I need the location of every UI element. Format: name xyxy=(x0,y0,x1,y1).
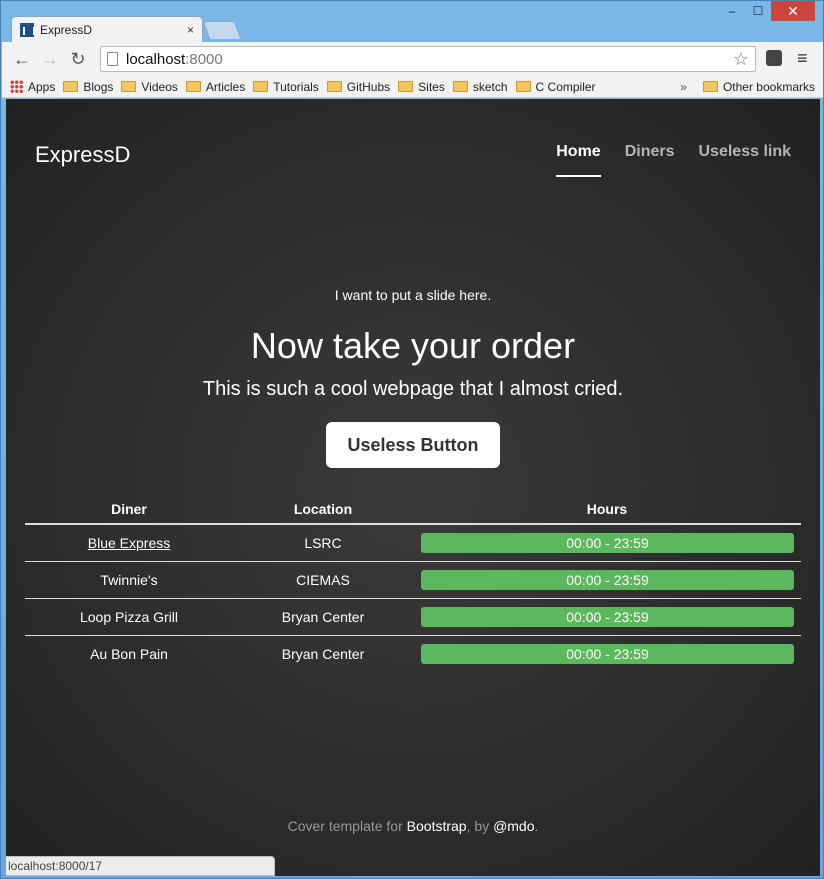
bookmark-folder[interactable]: Sites xyxy=(398,77,445,97)
table-row: Blue Express LSRC 00:00 - 23:59 xyxy=(25,524,801,562)
hours-cell: 00:00 - 23:59 xyxy=(413,561,801,599)
header-location: Location xyxy=(233,494,413,525)
bookmark-label: Sites xyxy=(418,79,445,94)
hours-cell: 00:00 - 23:59 xyxy=(413,635,801,672)
diner-link[interactable]: Blue Express xyxy=(88,535,170,551)
folder-icon xyxy=(452,81,468,92)
footer-text: . xyxy=(534,818,539,834)
folder-icon xyxy=(121,81,137,92)
bookmark-folder[interactable]: GitHubs xyxy=(326,77,391,97)
footer-mdo-link[interactable]: @mdo xyxy=(493,818,534,834)
diner-cell: Loop Pizza Grill xyxy=(25,598,233,636)
location-cell: Bryan Center xyxy=(281,645,365,662)
footer-text: Cover template for xyxy=(287,818,407,834)
bookmark-folder[interactable]: C Compiler xyxy=(515,77,596,97)
page-content: ExpressD Home Diners Useless link I want… xyxy=(6,99,820,876)
diner-cell: Twinnie's xyxy=(25,561,233,599)
address-bar[interactable]: localhost :8000 ☆ xyxy=(100,46,756,72)
more-bookmarks-chevron-icon[interactable]: » xyxy=(680,80,687,94)
folder-icon xyxy=(63,81,79,92)
footer-bootstrap-link[interactable]: Bootstrap xyxy=(407,818,467,834)
folder-icon xyxy=(702,81,718,92)
site-brand[interactable]: ExpressD xyxy=(35,142,130,168)
folder-icon xyxy=(515,81,531,92)
maximize-button[interactable]: ☐ xyxy=(745,1,771,21)
lead-text: This is such a cool webpage that I almos… xyxy=(202,378,624,400)
url-port: :8000 xyxy=(185,50,223,68)
bookmark-label: C Compiler xyxy=(535,79,596,94)
bookmark-label: Other bookmarks xyxy=(722,79,815,94)
nav-diners[interactable]: Diners xyxy=(625,143,675,177)
site-nav: Home Diners Useless link xyxy=(556,143,791,177)
bookmark-label: Apps xyxy=(28,79,56,94)
browser-toolbar: ← → ↻ localhost :8000 ☆ ≡ xyxy=(2,42,823,76)
new-tab-button[interactable] xyxy=(202,21,242,39)
table-row: Twinnie's CIEMAS 00:00 - 23:59 xyxy=(25,561,801,599)
folder-icon xyxy=(398,81,414,92)
table-row: Au Bon Pain Bryan Center 00:00 - 23:59 xyxy=(25,635,801,672)
bookmark-label: Articles xyxy=(205,79,246,94)
bookmark-folder[interactable]: Articles xyxy=(185,77,246,97)
bookmark-folder[interactable]: Videos xyxy=(121,77,178,97)
minimize-button[interactable]: – xyxy=(719,1,745,21)
hours-cell: 00:00 - 23:59 xyxy=(413,598,801,636)
useless-button[interactable]: Useless Button xyxy=(326,422,500,468)
location-cell: CIEMAS xyxy=(233,561,413,599)
diners-table: Diner Location Hours Blue Express LSRC 0… xyxy=(25,494,801,672)
tab-title: ExpressD xyxy=(40,22,93,37)
hours-cell: 00:00 - 23:59 xyxy=(413,524,801,562)
page-title: Now take your order xyxy=(250,325,576,366)
tab-close-icon[interactable]: × xyxy=(187,23,194,37)
nav-home[interactable]: Home xyxy=(556,143,601,177)
folder-icon xyxy=(185,81,201,92)
hours-bar: 00:00 - 23:59 xyxy=(421,643,794,664)
page-icon xyxy=(107,52,118,66)
window-controls: – ☐ ✕ xyxy=(719,1,815,23)
hours-bar: 00:00 - 23:59 xyxy=(421,606,794,627)
apps-grid-icon xyxy=(10,80,23,93)
back-button[interactable]: ← xyxy=(8,45,36,73)
bookmarks-bar: Apps Blogs Videos Articles Tutorials Git… xyxy=(2,76,823,98)
nav-useless-link[interactable]: Useless link xyxy=(699,143,792,177)
bookmark-apps[interactable]: Apps xyxy=(10,77,55,97)
bookmark-label: Blogs xyxy=(83,79,114,94)
forward-button[interactable]: → xyxy=(36,45,64,73)
location-cell: Bryan Center xyxy=(233,598,413,636)
close-window-button[interactable]: ✕ xyxy=(771,1,815,21)
menu-icon[interactable]: ≡ xyxy=(797,48,808,69)
hours-bar: 00:00 - 23:59 xyxy=(421,569,794,590)
bookmark-folder[interactable]: sketch xyxy=(452,77,508,97)
footer-text: , by xyxy=(466,818,494,834)
bookmark-label: Tutorials xyxy=(273,79,319,94)
bookmark-label: Videos xyxy=(141,79,178,94)
reload-button[interactable]: ↻ xyxy=(64,45,92,73)
table-header-row: Diner Location Hours xyxy=(25,494,801,525)
browser-tab[interactable]: ExpressD × xyxy=(11,16,203,42)
location-cell: LSRC xyxy=(233,524,413,562)
folder-icon xyxy=(253,81,269,92)
hours-bar: 00:00 - 23:59 xyxy=(421,532,794,553)
bookmark-label: GitHubs xyxy=(346,79,391,94)
diner-cell: Au Bon Pain xyxy=(90,645,168,662)
bookmark-label: sketch xyxy=(472,79,508,94)
favicon-icon xyxy=(20,22,35,37)
diner-cell: Blue Express xyxy=(25,524,233,562)
status-bar-url: localhost:8000/17 xyxy=(6,856,275,876)
slide-placeholder-text: I want to put a slide here. xyxy=(334,287,492,303)
url-host: localhost xyxy=(126,50,186,68)
header-diner: Diner xyxy=(25,494,233,525)
other-bookmarks[interactable]: Other bookmarks xyxy=(702,77,815,97)
browser-window: – ☐ ✕ ExpressD × ← → ↻ localhost :8000 ☆… xyxy=(0,0,824,879)
page-footer: Cover template for Bootstrap, by @mdo. xyxy=(6,818,820,834)
extension-icon[interactable] xyxy=(766,50,782,66)
table-row: Loop Pizza Grill Bryan Center 00:00 - 23… xyxy=(25,598,801,636)
folder-icon xyxy=(326,81,342,92)
bookmark-star-icon[interactable]: ☆ xyxy=(733,49,749,70)
bookmark-folder[interactable]: Blogs xyxy=(63,77,113,97)
header-hours: Hours xyxy=(413,494,801,525)
bookmark-folder[interactable]: Tutorials xyxy=(253,77,319,97)
